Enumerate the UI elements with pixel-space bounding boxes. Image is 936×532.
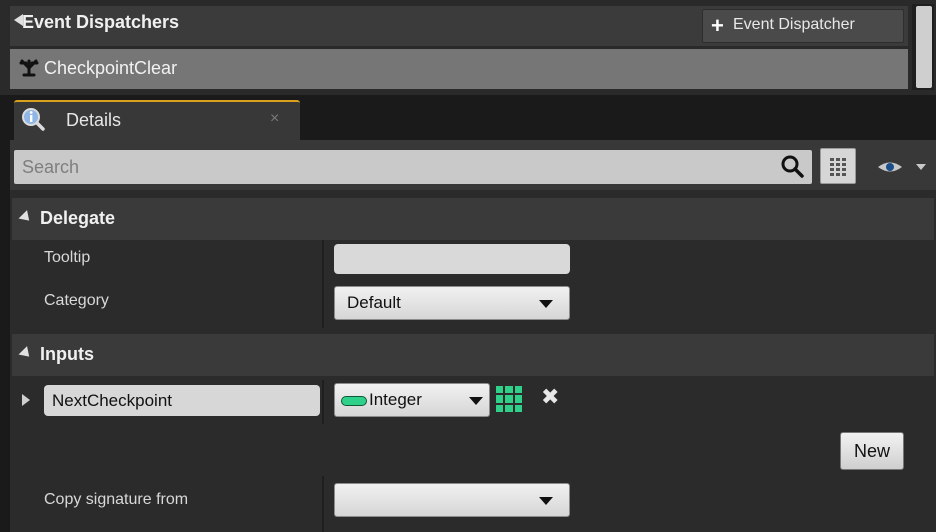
expand-parameter-icon[interactable] [22, 394, 30, 406]
delegate-category-title: Delegate [40, 208, 116, 228]
integer-type-pill-icon [341, 396, 367, 406]
chevron-down-icon [539, 300, 553, 308]
search-input[interactable] [14, 150, 812, 184]
new-parameter-button[interactable]: New [840, 432, 904, 470]
remove-parameter-icon[interactable]: ✖ [541, 384, 559, 410]
tab-details-label: Details [66, 110, 122, 130]
info-magnifier-icon [20, 106, 46, 132]
plus-icon: + [711, 13, 724, 38]
parameter-type-value: Integer [369, 390, 422, 409]
delegate-category-header[interactable] [12, 198, 934, 240]
copy-signature-label: Copy signature from [44, 491, 189, 508]
tooltip-field[interactable] [334, 244, 570, 274]
add-event-dispatcher-label: Event Dispatcher [733, 16, 855, 33]
eye-visibility-icon[interactable] [876, 158, 932, 181]
tab-details[interactable] [14, 100, 300, 140]
copy-signature-dropdown[interactable] [334, 483, 570, 517]
category-dropdown[interactable]: Default [334, 286, 570, 320]
category-label: Category [44, 292, 109, 309]
inputs-category-header[interactable] [12, 334, 934, 376]
column-divider[interactable] [322, 240, 324, 328]
parameter-name-field[interactable] [44, 385, 320, 416]
view-options-grid-button[interactable] [820, 148, 856, 184]
column-divider[interactable] [322, 380, 324, 424]
inputs-category-title: Inputs [40, 344, 94, 364]
scrollbar-thumb[interactable] [916, 6, 932, 88]
add-event-dispatcher-button[interactable]: + Event Dispatcher [702, 9, 904, 43]
chevron-down-icon [469, 397, 483, 405]
single-variable-container-icon[interactable] [496, 386, 522, 412]
close-tab-icon[interactable]: × [270, 110, 279, 128]
event-dispatcher-icon [18, 57, 40, 84]
event-dispatcher-item-label: CheckpointClear [44, 58, 178, 78]
column-divider[interactable] [322, 476, 324, 532]
event-dispatchers-title: Event Dispatchers [22, 12, 180, 32]
category-dropdown-value: Default [347, 293, 401, 312]
parameter-type-dropdown[interactable]: Integer [334, 383, 490, 417]
search-icon[interactable] [780, 154, 806, 185]
chevron-down-icon [539, 497, 553, 505]
tooltip-label: Tooltip [44, 249, 91, 266]
